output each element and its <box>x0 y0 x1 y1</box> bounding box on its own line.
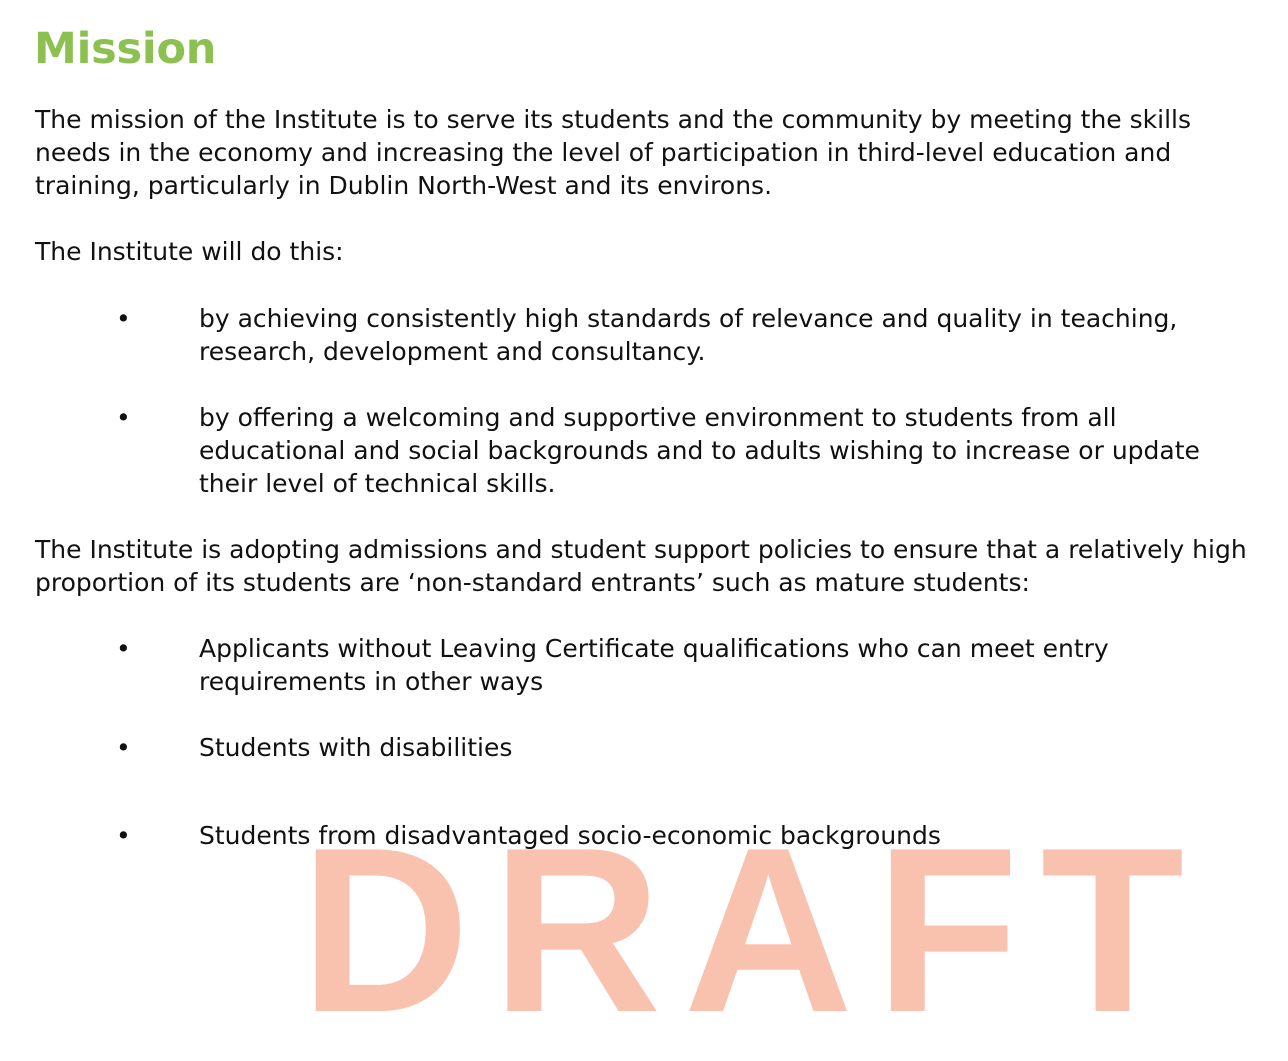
page-title: Mission <box>34 24 217 74</box>
list-item-text: Students from disadvantaged socio-econom… <box>199 821 941 850</box>
list-item-text: by offering a welcoming and supportive e… <box>199 403 1200 498</box>
bullet-icon: • <box>116 821 131 850</box>
bullet-icon: • <box>116 733 131 762</box>
bullet-icon: • <box>116 304 131 333</box>
document-page: DRAFT Mission The mission of the Institu… <box>0 0 1288 1047</box>
list-item-text: by achieving consistently high standards… <box>199 304 1178 366</box>
bullet-icon: • <box>116 634 131 663</box>
mission-paragraph: The mission of the Institute is to serve… <box>35 105 1191 200</box>
will-do-paragraph: The Institute will do this: <box>35 237 344 266</box>
list-item-text: Applicants without Leaving Certificate q… <box>199 634 1109 696</box>
admissions-paragraph: The Institute is adopting admissions and… <box>35 535 1247 597</box>
list-item-text: Students with disabilities <box>199 733 513 762</box>
bullet-icon: • <box>116 403 131 432</box>
